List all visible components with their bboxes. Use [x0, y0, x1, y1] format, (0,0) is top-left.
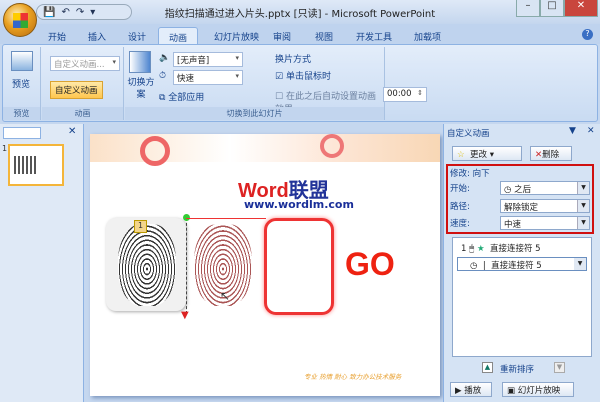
- slideshow-button[interactable]: ▣ 幻灯片放映: [502, 382, 574, 397]
- slide-canvas[interactable]: Word联盟 www.wordlm.com 1 ▼ ↖ GO 专业 热情 耐心 …: [90, 134, 440, 396]
- tab-animations[interactable]: 动画: [158, 27, 199, 45]
- preview-button[interactable]: 预览: [12, 77, 30, 90]
- reorder-label: 重新排序: [500, 365, 535, 375]
- animation-combo[interactable]: 自定义动画... ▾: [50, 56, 120, 71]
- slide-number: 1: [2, 144, 8, 153]
- star-icon: ☆: [457, 150, 465, 160]
- tab-insert[interactable]: 插入: [78, 27, 116, 45]
- slides-tab[interactable]: [3, 127, 41, 139]
- remove-button[interactable]: ✕删除: [530, 146, 572, 161]
- start-label: 开始:: [450, 184, 470, 194]
- pane-menu-icon[interactable]: ▼: [569, 126, 576, 136]
- quick-access-toolbar: 💾 ↶ ↷ ▾: [36, 4, 132, 20]
- logo-url: www.wordlm.com: [244, 198, 354, 211]
- animation-group: 自定义动画... ▾ 自定义动画 动画: [42, 47, 124, 120]
- animation-order-badge: 1: [134, 220, 147, 233]
- preview-icon: [11, 51, 33, 71]
- custom-animation-pane: 自定义动画 ▼ ✕ ☆ 更改 ▾ ✕删除 修改: 向下 开始: ◷ 之后 ▼ 路径…: [443, 124, 600, 402]
- tab-review[interactable]: 审阅: [263, 27, 301, 45]
- group-label: 动画: [42, 107, 123, 120]
- customize-qat-icon[interactable]: ▾: [90, 7, 95, 18]
- effect-star-icon: ★: [476, 244, 485, 254]
- move-down-icon[interactable]: ▼: [554, 362, 565, 373]
- path-end-arrow-icon[interactable]: ▼: [181, 310, 189, 321]
- speed-dropdown[interactable]: 中速 ▼: [500, 216, 590, 230]
- advance-slide-title: 换片方式: [275, 55, 312, 65]
- apply-all-button[interactable]: ⧉ 全部应用: [159, 90, 204, 103]
- animation-list-item-selected[interactable]: ◷ | 直接连接符 5 ▼: [457, 257, 587, 271]
- speed-label: 速度:: [450, 219, 470, 229]
- mouse-cursor-icon: ↖: [220, 289, 231, 303]
- redo-icon[interactable]: ↷: [76, 7, 84, 18]
- path-dropdown[interactable]: 解除锁定 ▼: [500, 199, 590, 213]
- sound-icon: 🔈: [159, 53, 171, 63]
- scan-line-path[interactable]: [186, 218, 187, 314]
- pane-close-icon[interactable]: ✕: [587, 126, 595, 136]
- start-dropdown[interactable]: ◷ 之后 ▼: [500, 181, 590, 195]
- minimize-button[interactable]: –: [516, 0, 540, 17]
- ribbon-tabs: 开始 插入 设计 动画 幻灯片放映 审阅 视图 开发工具 加载项 ?: [0, 24, 600, 45]
- speed-icon: ⏱: [159, 71, 167, 81]
- transition-scheme-icon: [129, 51, 151, 73]
- office-logo-icon: [13, 13, 28, 28]
- animation-list: 1 🖱 ★ 直接连接符 5 ◷ | 直接连接符 5 ▼: [452, 237, 592, 357]
- slide-header-decoration: [90, 134, 440, 166]
- maximize-button[interactable]: □: [540, 0, 564, 17]
- custom-animation-button[interactable]: 自定义动画: [50, 81, 103, 99]
- target-frame[interactable]: [264, 218, 334, 315]
- group-label: 预览: [3, 107, 40, 120]
- slide-footer: 专业 热情 耐心 致力办公技术服务: [304, 373, 402, 381]
- move-up-icon[interactable]: ▲: [482, 362, 493, 373]
- pane-title: 自定义动画: [447, 129, 490, 139]
- transition-group: 切换方案 🔈 [无声音] ▾ ⏱ 快速 ▾ ⧉ 全部应用 换片方式 ☑ 单击鼠标时 …: [125, 47, 427, 120]
- slide-editing-area: Word联盟 www.wordlm.com 1 ▼ ↖ GO 专业 热情 耐心 …: [84, 124, 440, 402]
- close-pane-icon[interactable]: ✕: [68, 126, 76, 137]
- tab-view[interactable]: 视图: [305, 27, 343, 45]
- slide-thumbnail[interactable]: [8, 144, 64, 186]
- animation-list-item[interactable]: 1 🖱 ★ 直接连接符 5: [461, 242, 541, 254]
- save-icon[interactable]: 💾: [43, 7, 55, 18]
- tab-addins[interactable]: 加载项: [404, 27, 451, 45]
- scan-line[interactable]: [186, 218, 266, 219]
- preview-group: 预览 预览: [3, 47, 41, 120]
- tab-slideshow[interactable]: 幻灯片放映: [204, 27, 269, 45]
- speed-combo[interactable]: 快速 ▾: [173, 70, 243, 85]
- item-dropdown-icon: ▼: [574, 258, 586, 270]
- tab-developer[interactable]: 开发工具: [346, 27, 402, 45]
- transition-scheme-button[interactable]: 切换方案: [127, 77, 155, 101]
- sound-combo[interactable]: [无声音] ▾: [173, 52, 243, 67]
- group-label: 切换到此幻灯片: [125, 107, 384, 120]
- modify-label: 修改: 向下: [450, 169, 490, 179]
- slides-pane: ✕ 1: [0, 124, 84, 402]
- undo-icon[interactable]: ↶: [61, 7, 69, 18]
- close-button[interactable]: ✕: [564, 0, 598, 17]
- tab-design[interactable]: 设计: [118, 27, 156, 45]
- office-button[interactable]: [3, 3, 37, 37]
- path-label: 路径:: [450, 202, 470, 212]
- go-text: GO: [345, 246, 395, 282]
- time-spinner[interactable]: 00:00 ⇕: [383, 87, 427, 102]
- change-button[interactable]: ☆ 更改 ▾: [452, 146, 522, 161]
- ribbon: 预览 预览 自定义动画... ▾ 自定义动画 动画 切换方案 🔈 [无声音] ▾ ⏱…: [2, 44, 598, 122]
- play-button[interactable]: ▶ 播放: [450, 382, 492, 397]
- tab-home[interactable]: 开始: [38, 27, 76, 45]
- help-icon[interactable]: ?: [582, 29, 593, 40]
- on-click-checkbox[interactable]: ☑ 单击鼠标时: [275, 69, 331, 82]
